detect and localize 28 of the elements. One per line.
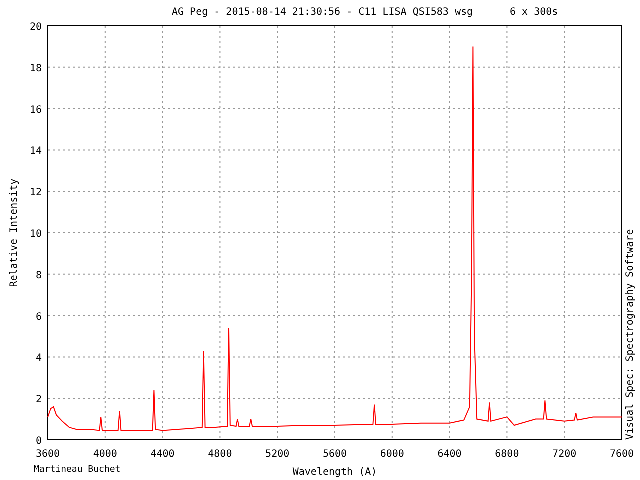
y-tick-label: 2: [36, 394, 42, 406]
y-tick-label: 8: [36, 270, 42, 282]
x-tick-label: 4800: [208, 449, 232, 460]
y-tick-label: 14: [30, 146, 42, 158]
chart-title: AG Peg - 2015-08-14 21:30:56 - C11 LISA QSI583 wsg: [172, 7, 474, 18]
y-axis-label: Relative Intensity: [9, 178, 20, 288]
x-tick-label: 6000: [380, 449, 404, 460]
x-tick-label: 7600: [610, 449, 634, 460]
x-axis-label: Wavelength (A): [292, 467, 378, 478]
x-tick-label: 3600: [36, 449, 60, 460]
y-tick-label: 4: [36, 353, 42, 364]
x-tick-label: 4000: [93, 449, 118, 460]
x-tick-label: 4400: [150, 449, 175, 460]
x-tick-label: 6400: [438, 449, 462, 460]
y-tick-label: 0: [36, 436, 42, 447]
exposure-note: 6 x 300s: [510, 7, 558, 18]
y-tick-label: 12: [30, 188, 42, 199]
software-credit: Visual Spec: Spectrography Software: [625, 229, 636, 440]
y-tick-label: 16: [30, 104, 42, 116]
y-tick-label: 6: [36, 312, 42, 323]
author-credit: Martineau Buchet: [34, 465, 121, 475]
x-tick-label: 5200: [266, 449, 290, 460]
y-tick-label: 20: [30, 22, 42, 33]
x-tick-label: 7200: [552, 449, 577, 460]
x-tick-label: 5600: [322, 449, 348, 460]
y-tick-label: 10: [30, 229, 42, 240]
x-tick-label: 6800: [495, 449, 520, 460]
y-tick-label: 18: [30, 63, 42, 74]
